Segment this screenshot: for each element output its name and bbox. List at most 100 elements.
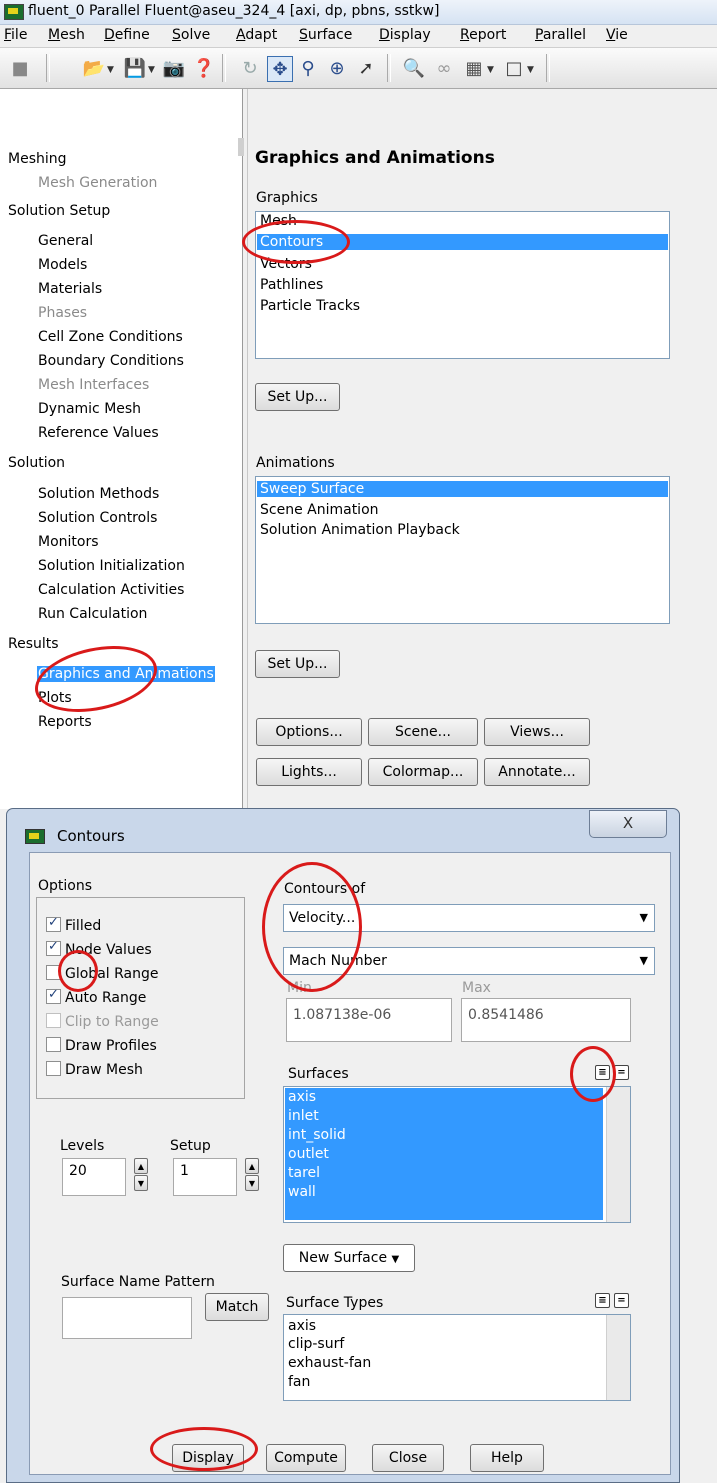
annotate-button[interactable]: Annotate... [484, 758, 590, 786]
menu-report[interactable]: Report [460, 27, 506, 43]
checkbox-box[interactable] [46, 939, 61, 956]
tree-item-monitors[interactable]: Monitors [38, 534, 99, 550]
open-folder-icon[interactable]: 📂 [82, 56, 106, 80]
checkbox-box[interactable] [46, 1013, 61, 1028]
tree-item-meshing[interactable]: Meshing [8, 151, 67, 167]
checkbox-box[interactable] [46, 1037, 61, 1052]
setup-up-icon[interactable]: ▲ [245, 1158, 259, 1174]
clip-to-range-checkbox[interactable]: Clip to Range [46, 1013, 159, 1030]
menu-file[interactable]: File [4, 27, 27, 43]
colormap-button[interactable]: Colormap... [368, 758, 478, 786]
checkbox-box[interactable] [46, 915, 61, 932]
animation-item-sweep-surface[interactable]: Sweep Surface [257, 481, 668, 497]
levels-field[interactable]: 20 [62, 1158, 126, 1196]
layout-icon[interactable]: ▦ [462, 56, 486, 80]
window-icon[interactable]: □ [502, 56, 526, 80]
surface-item-outlet[interactable]: outlet [288, 1146, 329, 1162]
tree-item-mesh-interfaces[interactable]: Mesh Interfaces [38, 377, 149, 393]
chevron-down-icon[interactable]: ▼ [640, 948, 648, 974]
close-button[interactable]: Close [372, 1444, 444, 1472]
tree-item-models[interactable]: Models [38, 257, 87, 273]
surface-types-scrollbar[interactable] [606, 1315, 630, 1400]
tree-item-mesh-generation[interactable]: Mesh Generation [38, 175, 157, 191]
tree-item-solution-initialization[interactable]: Solution Initialization [38, 558, 185, 574]
levels-down-icon[interactable]: ▼ [134, 1175, 148, 1191]
select-all-icon[interactable]: ≡ [595, 1293, 610, 1308]
menu-display[interactable]: Display [379, 27, 431, 43]
surface-item-tarel[interactable]: tarel [288, 1165, 320, 1181]
tree-item-general[interactable]: General [38, 233, 93, 249]
tree-item-reference-values[interactable]: Reference Values [38, 425, 159, 441]
tree-item-cell-zone-conditions[interactable]: Cell Zone Conditions [38, 329, 183, 345]
surface-item-axis[interactable]: axis [288, 1089, 316, 1105]
help-icon[interactable]: ❓ [192, 56, 216, 80]
tree-item-reports[interactable]: Reports [38, 714, 92, 730]
chevron-down-icon[interactable]: ▼ [107, 65, 114, 75]
fit-to-window-icon[interactable]: 🔍 [402, 56, 426, 80]
surfaces-scrollbar[interactable] [606, 1087, 630, 1222]
new-surface-button[interactable]: New Surface ▼ [283, 1244, 415, 1272]
tree-item-solution[interactable]: Solution [8, 455, 65, 471]
tree-item-calculation-activities[interactable]: Calculation Activities [38, 582, 184, 598]
options-button[interactable]: Options... [256, 718, 362, 746]
surface-types-list[interactable]: axis clip-surf exhaust-fan fan [283, 1314, 631, 1401]
tree-item-materials[interactable]: Materials [38, 281, 102, 297]
checkbox-box[interactable] [46, 1061, 61, 1076]
node-values-checkbox[interactable]: Node Values [46, 939, 152, 958]
levels-up-icon[interactable]: ▲ [134, 1158, 148, 1174]
help-button[interactable]: Help [470, 1444, 544, 1472]
graphics-item-pathlines[interactable]: Pathlines [260, 277, 323, 293]
tree-item-solution-setup[interactable]: Solution Setup [8, 203, 110, 219]
surface-type-item-exhaust-fan[interactable]: exhaust-fan [288, 1355, 371, 1371]
compute-button[interactable]: Compute [266, 1444, 346, 1472]
min-field[interactable]: 1.087138e-06 [286, 998, 452, 1042]
close-icon[interactable]: X [589, 810, 667, 838]
surface-type-item-clip-surf[interactable]: clip-surf [288, 1336, 344, 1352]
animations-setup-button[interactable]: Set Up... [255, 650, 340, 678]
auto-range-checkbox[interactable]: Auto Range [46, 987, 146, 1006]
surface-item-wall[interactable]: wall [288, 1184, 316, 1200]
menu-surface[interactable]: Surface [299, 27, 352, 43]
surface-name-pattern-field[interactable] [62, 1297, 192, 1339]
animations-list[interactable]: Sweep Surface Scene Animation Solution A… [255, 476, 670, 624]
tree-item-dynamic-mesh[interactable]: Dynamic Mesh [38, 401, 141, 417]
splitter-grip[interactable] [238, 138, 244, 156]
draw-profiles-checkbox[interactable]: Draw Profiles [46, 1037, 157, 1054]
filled-checkbox[interactable]: Filled [46, 915, 101, 934]
tree-item-boundary-conditions[interactable]: Boundary Conditions [38, 353, 184, 369]
tree-item-solution-controls[interactable]: Solution Controls [38, 510, 157, 526]
menu-adapt[interactable]: Adapt [236, 27, 277, 43]
surface-item-int-solid[interactable]: int_solid [288, 1127, 346, 1143]
chevron-down-icon[interactable]: ▼ [640, 905, 648, 931]
max-field[interactable]: 0.8541486 [461, 998, 631, 1042]
tree-item-phases[interactable]: Phases [38, 305, 87, 321]
scene-button[interactable]: Scene... [368, 718, 478, 746]
pan-icon[interactable]: ✥ [267, 56, 293, 82]
surface-type-item-axis[interactable]: axis [288, 1318, 316, 1334]
views-button[interactable]: Views... [484, 718, 590, 746]
zoom-in-icon[interactable]: ⊕ [325, 56, 349, 80]
menu-define[interactable]: Define [104, 27, 150, 43]
print-icon[interactable]: ■ [8, 56, 32, 80]
lights-button[interactable]: Lights... [256, 758, 362, 786]
tree-item-solution-methods[interactable]: Solution Methods [38, 486, 159, 502]
checkbox-box[interactable] [46, 987, 61, 1004]
setup-down-icon[interactable]: ▼ [245, 1175, 259, 1191]
chevron-down-icon[interactable]: ▼ [487, 65, 494, 75]
menu-view[interactable]: Vie [606, 27, 628, 43]
deselect-all-icon[interactable]: = [614, 1293, 629, 1308]
graphics-item-particle-tracks[interactable]: Particle Tracks [260, 298, 360, 314]
surfaces-list[interactable]: axis inlet int_solid outlet tarel wall [283, 1086, 631, 1223]
menu-mesh[interactable]: Mesh [48, 27, 85, 43]
chevron-down-icon[interactable]: ▼ [527, 65, 534, 75]
rotate-icon[interactable]: ↻ [238, 56, 262, 80]
orient-icon[interactable]: ∞ [432, 56, 456, 80]
animation-item-solution-animation-playback[interactable]: Solution Animation Playback [260, 522, 460, 538]
draw-mesh-checkbox[interactable]: Draw Mesh [46, 1061, 143, 1078]
probe-icon[interactable]: ➚ [354, 56, 378, 80]
zoom-icon[interactable]: ⚲ [296, 56, 320, 80]
camera-icon[interactable]: 📷 [162, 56, 186, 80]
match-button[interactable]: Match [205, 1293, 269, 1321]
tree-item-run-calculation[interactable]: Run Calculation [38, 606, 147, 622]
surface-type-item-fan[interactable]: fan [288, 1374, 310, 1390]
